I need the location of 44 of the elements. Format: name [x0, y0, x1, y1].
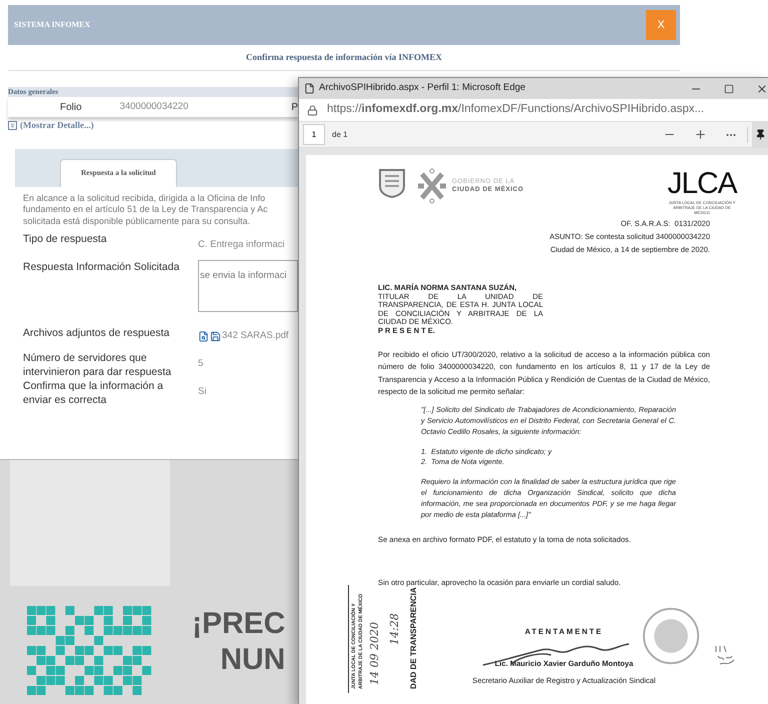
stamp-text: DAD DE TRANSPARENCIA — [409, 587, 419, 689]
intro-text: fundamento en el artículo 51 de la Ley de Transparencia y Ac — [23, 204, 269, 216]
handwritten-date: 14 09 2020 — [369, 622, 381, 685]
pin-icon — [754, 129, 766, 140]
brand-title: SISTEMA INFOMEX — [14, 19, 90, 31]
url-text: https://infomexdf.org.mx/InfomexDF/Functions/ArchivoSPIHibrido.aspx... — [327, 102, 704, 118]
attachment-link[interactable]: 342 SARAS.pdf — [222, 329, 289, 344]
page-count: de 1 — [332, 128, 348, 140]
field-label: Tipo de respuesta — [23, 232, 108, 247]
field-label: P — [291, 100, 298, 114]
close-button[interactable]: X — [646, 10, 676, 40]
poster-headline: ¡PREC — [192, 606, 286, 642]
close-icon[interactable] — [756, 82, 768, 94]
window-title: ArchivoSPIHibrido.aspx - Perfil 1: Microsoft Edge — [319, 81, 526, 96]
page-number-field[interactable]: 1 — [303, 124, 325, 145]
document-icon — [304, 83, 315, 94]
zoom-in-icon[interactable] — [694, 128, 707, 141]
field-label: Número de servidores que intervinieron para dar respuesta — [23, 351, 172, 379]
lock-icon — [307, 104, 318, 116]
folio-label: Folio — [60, 100, 82, 114]
field-value: Si — [198, 385, 206, 399]
handwritten-time: 14:28 — [389, 613, 401, 645]
show-details-link[interactable]: (Mostrar Detalle...) — [8, 119, 298, 132]
address-bar[interactable]: https://infomexdf.org.mx/InfomexDF/Functions/ArchivoSPIHibrido.aspx... — [299, 99, 768, 121]
jlca-logo: JLCA — [667, 168, 737, 200]
field-label: Respuesta Información Solicitada — [23, 260, 180, 275]
expand-icon — [8, 121, 17, 130]
field-label: Confirma que la información a enviar es correcta — [23, 379, 164, 407]
folio-value: 3400000034220 — [120, 100, 188, 114]
qr-code-icon — [27, 606, 152, 696]
save-icon[interactable] — [210, 330, 221, 342]
coat-of-arms-icon — [378, 168, 406, 198]
view-file-icon[interactable] — [198, 330, 209, 342]
page-title: Confirma respuesta de información vía INFOMEX — [246, 50, 442, 64]
answer-textarea[interactable]: se envia la informaci — [198, 260, 298, 312]
intro-text: solicitada está disponible públicamente para su consulta. — [23, 216, 252, 227]
field-value: 5 — [198, 357, 204, 371]
maximize-icon[interactable] — [724, 84, 734, 94]
field-value: C. Entrega informaci — [198, 238, 285, 252]
poster-headline: NUN — [220, 642, 286, 678]
field-label: Archivos adjuntos de respuesta — [23, 326, 171, 341]
seal-drawing — [642, 607, 700, 665]
pin-button[interactable] — [752, 122, 768, 147]
intro-text: En alcance a la solicitud recibida, dirigida a la Oficina de Info — [23, 192, 266, 204]
